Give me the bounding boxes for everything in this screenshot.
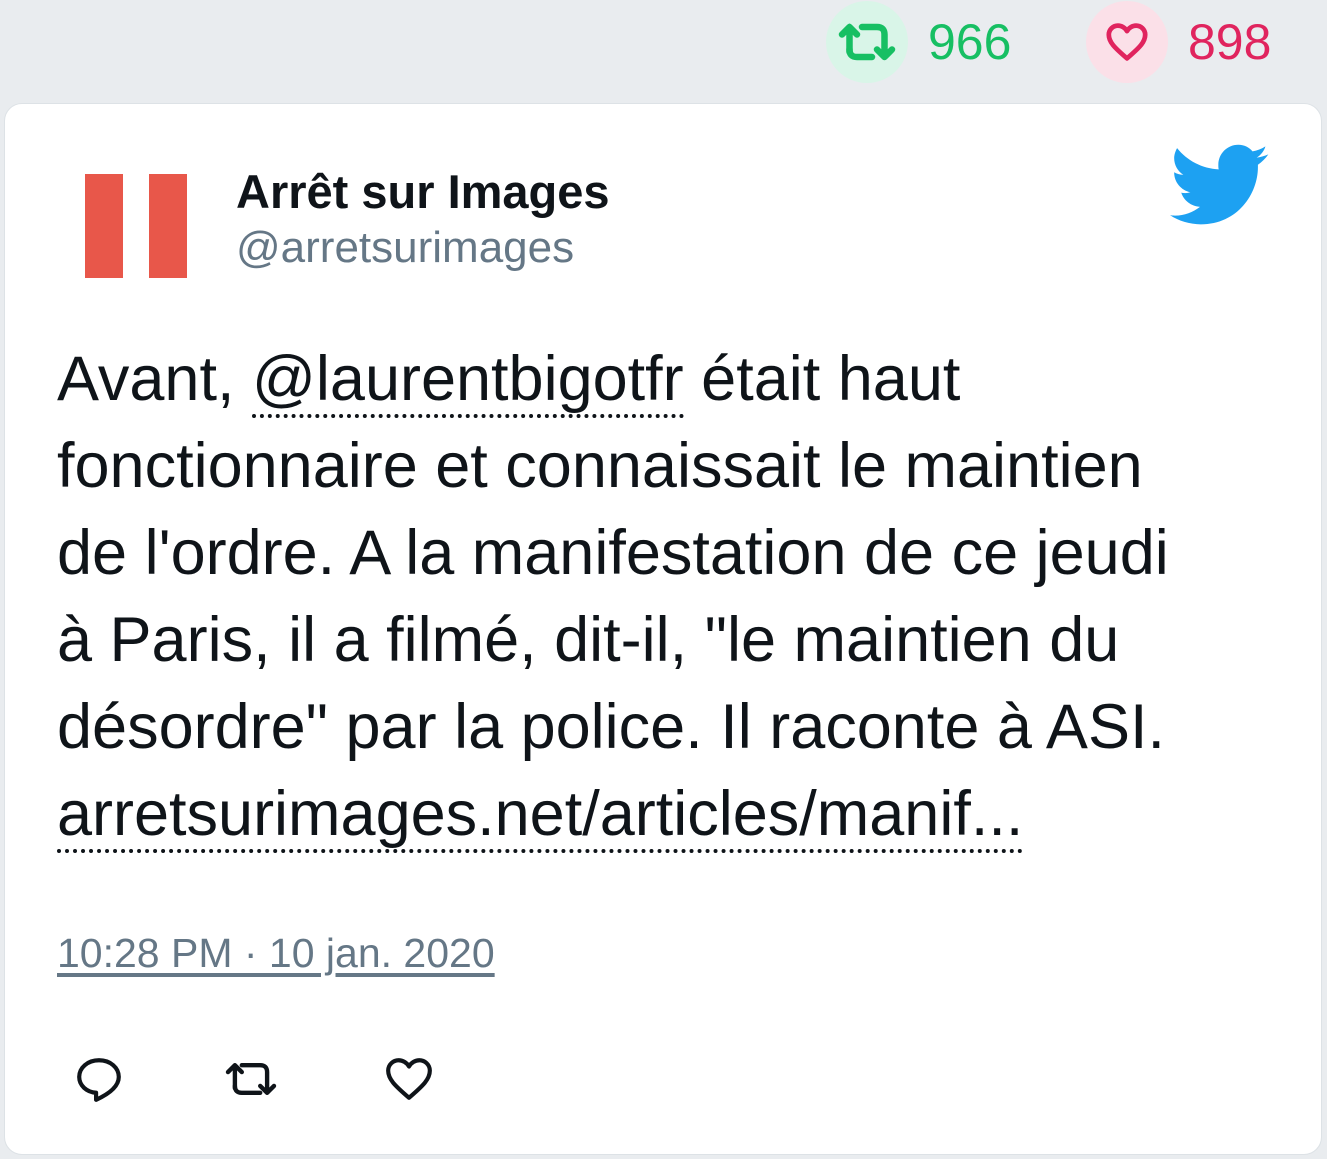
reply-icon (77, 1058, 121, 1102)
author-handle[interactable]: @arretsurimages (236, 220, 610, 276)
tweet-line-1: Avant, @laurentbigotfr était haut (57, 336, 1287, 423)
engagement-stats: 966 898 (0, 0, 1327, 100)
article-link[interactable]: arretsurimages.net/articles/manif... (57, 779, 1024, 853)
author-name[interactable]: Arrêt sur Images (236, 164, 610, 220)
tweet-line-4: à Paris, il a filmé, dit-il, "le maintie… (57, 605, 1120, 675)
tweet-text: Avant, @laurentbigotfr était haut foncti… (57, 336, 1287, 858)
twitter-bird-icon[interactable] (1170, 144, 1270, 228)
reply-button[interactable] (69, 1049, 129, 1109)
tweet-timestamp[interactable]: 10:28 PM · 10 jan. 2020 (57, 930, 495, 977)
tweet-line-2: fonctionnaire et connaissait le maintien (57, 431, 1143, 501)
like-button[interactable] (379, 1049, 439, 1109)
tweet-line-3: de l'ordre. A la manifestation de ce jeu… (57, 518, 1169, 588)
retweet-count: 966 (928, 14, 1012, 70)
heart-stat-icon (1086, 1, 1168, 83)
like-stat[interactable]: 898 (1086, 0, 1271, 84)
retweet-icon (225, 1063, 277, 1095)
tweet-text-segment: Avant, (57, 344, 252, 414)
retweet-stat-icon (826, 1, 908, 83)
retweet-stat[interactable]: 966 (826, 0, 1011, 84)
heart-icon (386, 1058, 432, 1100)
mention-link[interactable]: @laurentbigotfr (251, 344, 684, 418)
avatar[interactable] (61, 152, 211, 302)
author-info[interactable]: Arrêt sur Images @arretsurimages (236, 164, 610, 276)
tweet-text-segment: était haut (683, 344, 961, 414)
tweet-card: Arrêt sur Images @arretsurimages Avant, … (4, 103, 1322, 1155)
pause-icon (61, 152, 211, 302)
retweet-button[interactable] (221, 1049, 281, 1109)
tweet-line-5: désordre" par la police. Il raconte à AS… (57, 692, 1165, 762)
tweet-line-6: arretsurimages.net/articles/manif... (57, 771, 1287, 858)
like-count: 898 (1188, 14, 1272, 70)
